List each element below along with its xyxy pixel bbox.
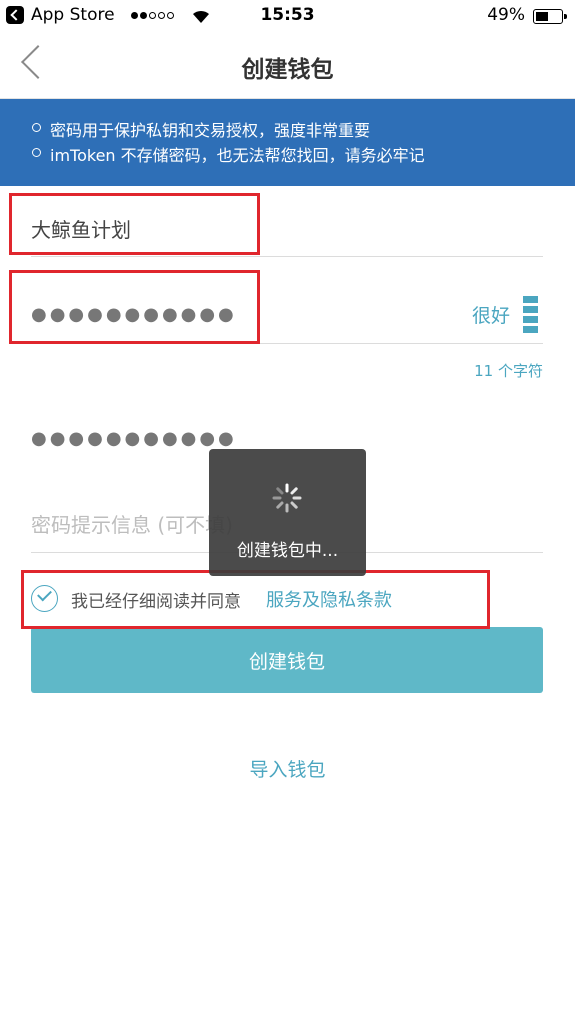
- loading-spinner-icon: [272, 483, 302, 513]
- strength-meter-icon: [523, 296, 538, 333]
- battery-icon: [533, 9, 567, 24]
- create-wallet-button[interactable]: 创建钱包: [31, 627, 543, 693]
- import-wallet-link[interactable]: 导入钱包: [0, 755, 575, 782]
- navigation-bar: 创建钱包: [0, 32, 575, 99]
- banner-line: imToken 不存储密码，也无法帮您找回，请务必牢记: [32, 142, 425, 166]
- password-char-count: 11 个字符: [474, 362, 543, 380]
- battery-percent: 49%: [487, 5, 525, 25]
- banner-line: 密码用于保护私钥和交易授权，强度非常重要: [31, 117, 370, 141]
- password-info-banner: 密码用于保护私钥和交易授权，强度非常重要 imToken 不存储密码，也无法帮您…: [0, 99, 575, 186]
- highlight-box: [9, 270, 260, 344]
- divider: [31, 256, 543, 257]
- password-strength-label: 很好: [472, 305, 511, 327]
- status-bar: App Store 15:53 49%: [0, 0, 575, 32]
- confirm-password-field[interactable]: ●●●●●●●●●●●: [31, 428, 237, 449]
- highlight-box: [21, 570, 490, 629]
- page-title: 创建钱包: [241, 57, 334, 83]
- toast-message: 创建钱包中...: [236, 541, 339, 561]
- highlight-box: [9, 193, 260, 255]
- loading-toast: 创建钱包中...: [209, 449, 366, 576]
